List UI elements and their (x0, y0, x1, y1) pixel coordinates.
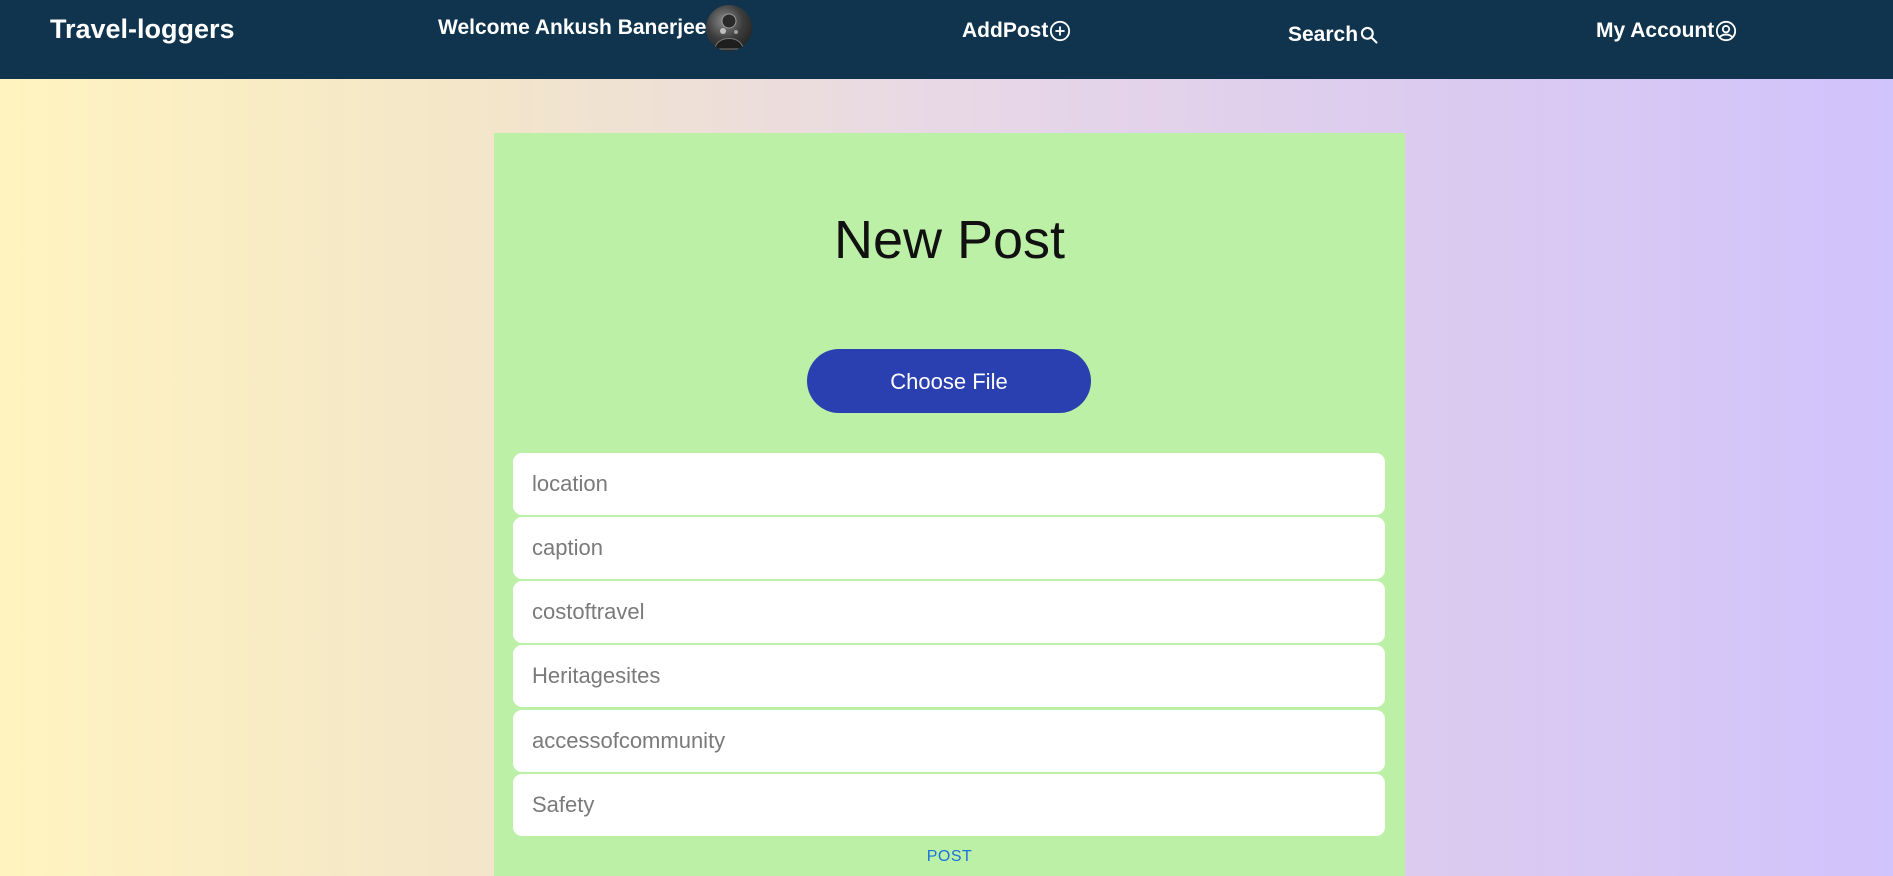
plus-circle-icon (1050, 20, 1071, 42)
location-input[interactable] (513, 453, 1385, 515)
avatar-photo-icon (714, 13, 744, 50)
brand-logo-link[interactable]: Travel-loggers (50, 14, 235, 45)
top-navbar: Travel-loggers Welcome Ankush Banerjee A… (0, 0, 1893, 79)
page-title: New Post (833, 210, 1066, 270)
user-avatar[interactable] (706, 5, 753, 51)
addpost-label: AddPost (962, 19, 1049, 42)
heritage-sites-input[interactable] (513, 645, 1385, 707)
welcome-text: Welcome Ankush Banerjee (438, 16, 707, 39)
nav-addpost-link[interactable]: AddPost (962, 19, 1071, 43)
nav-search-link[interactable]: Search (1288, 23, 1379, 47)
account-label: My Account (1596, 19, 1715, 42)
choose-file-button[interactable]: Choose File (807, 349, 1091, 413)
post-submit-button[interactable]: POST (494, 847, 1405, 867)
caption-input[interactable] (513, 517, 1385, 579)
cost-of-travel-input[interactable] (513, 581, 1385, 643)
search-icon (1360, 26, 1378, 44)
safety-input[interactable] (513, 774, 1385, 836)
new-post-card: New Post Choose File POST (494, 133, 1405, 876)
welcome-user: Welcome Ankush Banerjee (438, 5, 753, 51)
nav-my-account-link[interactable]: My Account (1596, 19, 1737, 43)
user-circle-icon (1716, 20, 1737, 42)
access-of-community-input[interactable] (513, 710, 1385, 772)
search-label: Search (1288, 23, 1359, 46)
